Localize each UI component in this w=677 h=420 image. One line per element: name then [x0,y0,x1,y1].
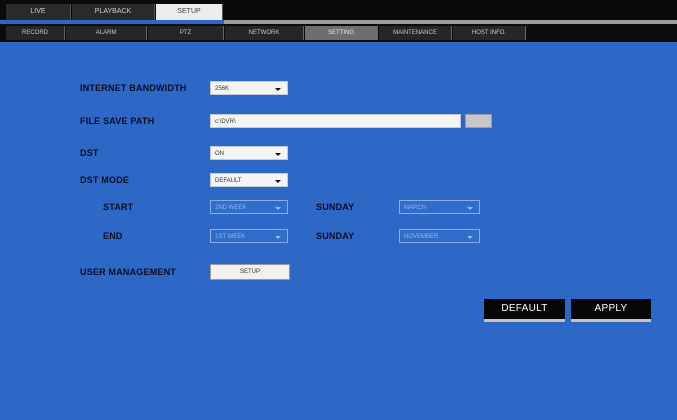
dst-label: DST [80,148,99,158]
dst-start-label: START [103,202,134,212]
end-month-value: NOVEMBER [404,234,439,240]
chevron-down-icon [467,236,473,239]
setup-subtab-bar: RECORD ALARM PTZ NETWORK SETTING MAINTEN… [0,24,677,42]
chevron-down-icon [275,88,281,91]
chevron-down-icon [275,180,281,183]
internet-bandwidth-select[interactable]: 256K [210,81,288,95]
user-management-label: USER MANAGEMENT [80,267,177,277]
dst-select[interactable]: ON [210,146,288,160]
chevron-down-icon [467,207,473,210]
chevron-down-icon [275,153,281,156]
tab-setup[interactable]: SETUP [156,4,223,20]
end-week-value: 1ST WEEK [215,234,246,240]
start-week-select[interactable]: 2ND WEEK [210,200,288,214]
dst-mode-value: DEFAULT [215,178,242,184]
main-tab-bar: LIVE PLAYBACK SETUP [0,0,677,20]
default-button[interactable]: DEFAULT [484,299,565,322]
file-save-path-label: FILE SAVE PATH [80,116,155,126]
subtab-setting[interactable]: SETTING [305,26,378,40]
internet-bandwidth-value: 256K [215,86,230,92]
chevron-down-icon [275,207,281,210]
subtab-maintenance[interactable]: MAINTENANCE [379,26,452,40]
dst-mode-label: DST MODE [80,175,130,185]
dvr-setup-window: LIVE PLAYBACK SETUP RECORD ALARM PTZ NET… [0,0,677,420]
apply-button[interactable]: APPLY [571,299,651,322]
end-day-label: SUNDAY [316,231,355,241]
subtab-record[interactable]: RECORD [6,26,65,40]
start-month-value: MARCH [404,205,426,211]
end-month-select[interactable]: NOVEMBER [399,229,480,243]
start-month-select[interactable]: MARCH [399,200,480,214]
file-save-path-input[interactable]: c:\DVR\ [210,114,461,128]
subtab-host-info[interactable]: HOST INFO. [453,26,526,40]
end-week-select[interactable]: 1ST WEEK [210,229,288,243]
tab-live[interactable]: LIVE [6,4,71,20]
chevron-down-icon [275,236,281,239]
dst-end-label: END [103,231,123,241]
user-management-setup-button[interactable]: SETUP [210,264,290,280]
tab-playback[interactable]: PLAYBACK [72,4,155,20]
subtab-ptz[interactable]: PTZ [148,26,224,40]
dst-mode-select[interactable]: DEFAULT [210,173,288,187]
start-week-value: 2ND WEEK [215,205,247,211]
browse-button[interactable]: ... [465,114,492,128]
dst-value: ON [215,151,224,157]
subtab-network[interactable]: NETWORK [225,26,304,40]
subtab-alarm[interactable]: ALARM [66,26,147,40]
internet-bandwidth-label: INTERNET BANDWIDTH [80,83,187,93]
start-day-label: SUNDAY [316,202,355,212]
